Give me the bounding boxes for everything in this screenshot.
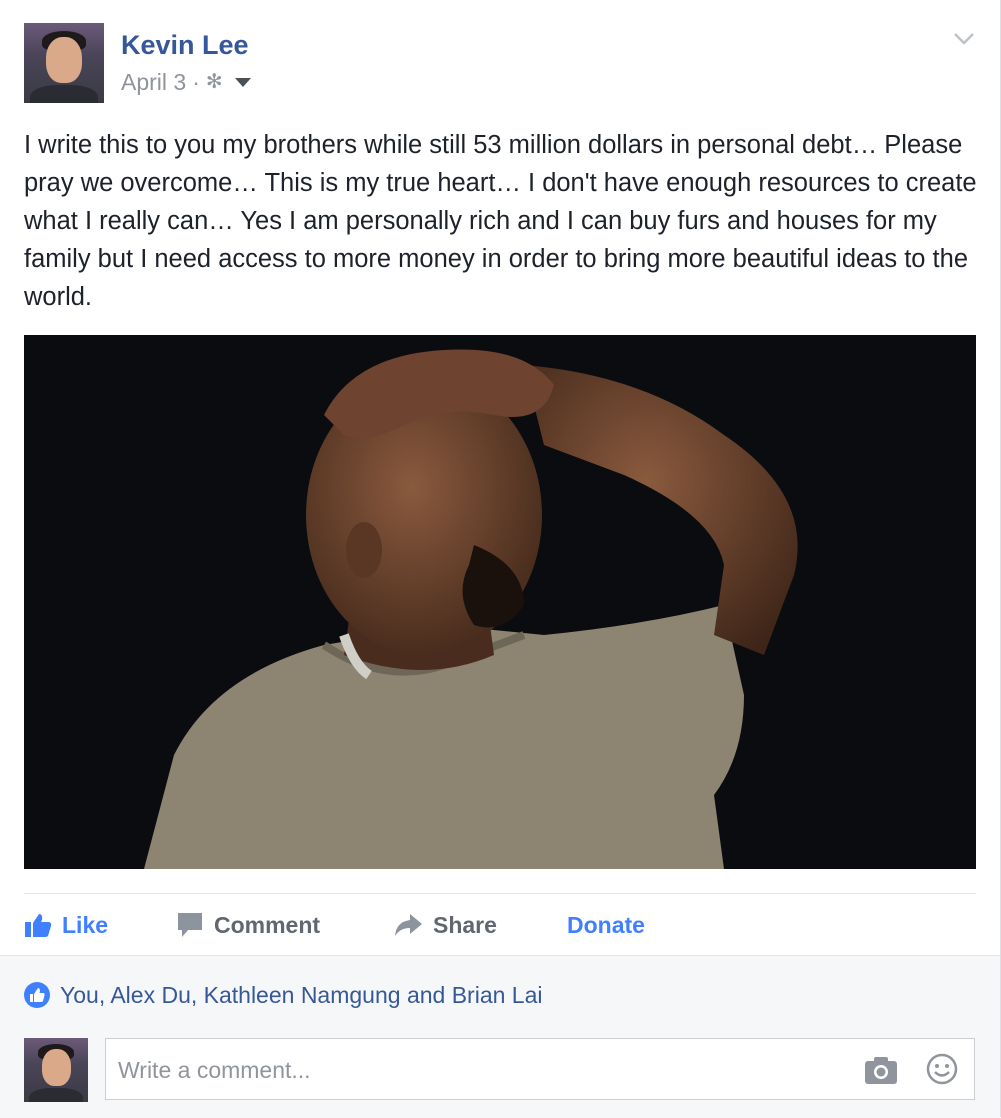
post-meta: April 3 · ✻	[121, 69, 251, 95]
like-label: Like	[62, 911, 109, 938]
comment-bubble-icon	[178, 913, 202, 937]
like-badge-icon	[24, 982, 50, 1008]
post-footer: You, Alex Du, Kathleen Namgung and Brian…	[0, 955, 1000, 1118]
share-arrow-icon	[395, 914, 422, 936]
share-label: Share	[433, 911, 497, 938]
like-summary[interactable]: You, Alex Du, Kathleen Namgung and Brian…	[24, 980, 542, 1010]
post-card: Kevin Lee April 3 · ✻ I write this to yo…	[0, 0, 1001, 1118]
audience-dropdown-icon[interactable]	[234, 77, 251, 87]
avatar-face	[42, 1049, 71, 1086]
post-date[interactable]: April 3	[121, 69, 186, 95]
meta-separator: ·	[192, 69, 200, 95]
commenter-avatar	[24, 1038, 88, 1102]
like-summary-text[interactable]: You, Alex Du, Kathleen Namgung and Brian…	[60, 982, 542, 1009]
donate-label: Donate	[567, 911, 645, 938]
post-actions: Like Comment Share Donate	[24, 906, 976, 944]
avatar-shirt	[30, 85, 98, 103]
photo-illustration	[24, 335, 976, 869]
comment-label: Comment	[214, 911, 321, 938]
chevron-down-icon[interactable]	[952, 29, 976, 49]
comment-button[interactable]: Comment	[176, 906, 320, 944]
gear-icon: ✻	[205, 71, 223, 93]
comment-input[interactable]	[116, 1039, 840, 1101]
avatar-shirt	[29, 1088, 83, 1102]
author-name[interactable]: Kevin Lee	[121, 29, 249, 61]
post-header: Kevin Lee April 3 · ✻	[24, 23, 976, 103]
like-button[interactable]: Like	[24, 906, 108, 944]
donate-button[interactable]: Donate	[567, 906, 645, 944]
comment-box	[105, 1038, 975, 1101]
thumbs-up-icon	[25, 914, 52, 937]
author-avatar[interactable]	[24, 23, 104, 103]
camera-icon[interactable]	[864, 1055, 898, 1085]
avatar-face	[46, 37, 82, 83]
smiley-icon[interactable]	[926, 1053, 958, 1085]
post-photo[interactable]	[24, 335, 976, 869]
post-text: I write this to you my brothers while st…	[24, 131, 977, 311]
actions-divider	[24, 893, 976, 894]
share-button[interactable]: Share	[393, 906, 497, 944]
